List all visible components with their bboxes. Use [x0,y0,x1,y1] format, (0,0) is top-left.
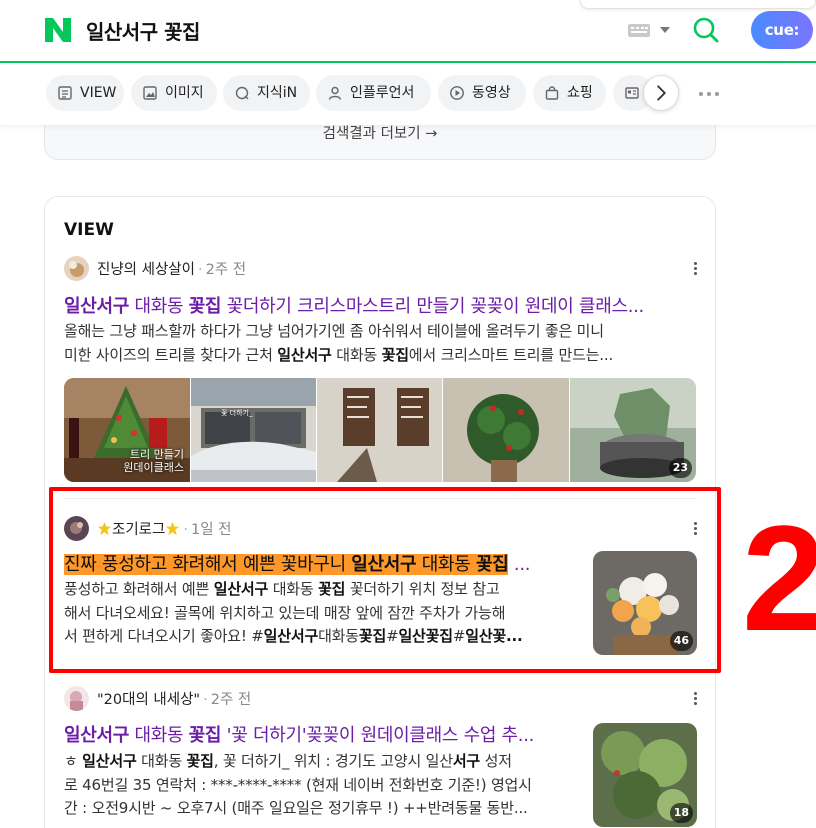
post-image-tree[interactable]: 트리 만들기 원데이클래스 [64,378,190,482]
kebab-menu-icon[interactable] [690,691,702,707]
chevron-down-icon[interactable] [660,27,670,33]
tab-label: VIEW [80,85,117,101]
search-query[interactable]: 일산서구 꽃집 [86,16,200,45]
kebab-menu-icon[interactable] [690,261,702,277]
image-count-badge: 23 [668,458,692,478]
view-post: "20대의 내세상" · 2주 전 일산서구 대화동 꽃집 '꽃 더하기'꽂꽂이 원… [45,685,717,828]
post-time: 2주 전 [205,262,247,278]
image-icon [143,86,157,100]
post-image-wreath[interactable] [443,378,569,482]
bag-icon [545,86,559,100]
post-time: 2주 전 [210,692,252,708]
view-icon [58,86,72,100]
author-name[interactable]: "20대의 내세상" [97,692,200,708]
post-description: ㅎ 일산서구 대화동 꽃집, 꽃 더하기_ 위치 : 경기도 고양시 일산서구 … [64,752,532,817]
tab-label: 인플루언서 [350,85,415,101]
play-icon [450,86,464,100]
keyboard-icon[interactable] [628,24,650,37]
avatar[interactable] [64,686,89,711]
more-results-link[interactable]: 검색결과 더보기 → [45,122,715,143]
section-title: VIEW [64,220,114,240]
tab-label: 지식iN [257,85,298,101]
tab-shopping[interactable]: 쇼핑 [533,75,606,111]
image-caption: 트리 만들기 원데이클래스 [123,448,184,474]
tab-image[interactable]: 이미지 [131,75,217,111]
author-name[interactable]: 진냥의 세상살이 [97,262,195,278]
cue-button[interactable]: cue: [751,11,813,49]
tab-next-button[interactable] [643,75,679,111]
popup-edge [580,0,816,9]
person-icon [328,86,342,100]
tab-influencer[interactable]: 인플루언서 [316,75,431,111]
post-image-greenery[interactable]: 18 [593,723,697,827]
chevron-right-icon [657,85,666,101]
author-line: 진냥의 세상살이 · 2주 전 [97,258,246,279]
tab-video[interactable]: 동영상 [438,75,526,111]
news-icon [625,87,639,99]
post-description: 올해는 그냥 패스할까 하다가 그냥 넘어가기엔 좀 아쉬워서 테이블에 올려두… [64,322,614,364]
knowledge-icon [235,86,249,100]
tab-label: 이미지 [165,85,204,101]
avatar[interactable] [64,256,89,281]
tab-view[interactable]: VIEW [46,75,124,111]
more-menu-icon[interactable] [697,75,721,111]
search-tab-bar: VIEW 이미지 지식iN 인플루언서 동영상 쇼핑 [0,63,816,125]
naver-logo[interactable] [45,18,71,42]
annotation-label: 2 [742,494,816,662]
post-title[interactable]: 일산서구 대화동 꽃집 '꽃 더하기'꽂꽂이 원데이클래스 수업 추... [64,721,572,747]
search-icon[interactable] [692,16,720,44]
highlight-box [49,487,721,673]
storefront-sign: 꽃 더하기_ [221,409,253,417]
tab-knowledge[interactable]: 지식iN [223,75,310,111]
post-image-storefront[interactable]: 꽃 더하기_ [191,378,316,482]
separator-dot: · [203,692,208,708]
image-count-badge: 18 [669,803,693,823]
tab-label: 동영상 [472,85,511,101]
separator-dot: · [198,262,203,278]
search-header: 일산서구 꽃집 cue: [0,0,816,63]
post-image-wall[interactable] [317,378,442,482]
tab-label: 쇼핑 [567,85,593,101]
post-title[interactable]: 일산서구 대화동 꽃집 꽃더하기 크리스마스트리 만들기 꽂꽂이 원데이 클래스… [64,292,697,318]
view-post: 진냥의 세상살이 · 2주 전 일산서구 대화동 꽃집 꽃더하기 크리스마스트리 만… [45,255,717,485]
post-image-foam[interactable]: 23 [570,378,696,482]
author-line: "20대의 내세상" · 2주 전 [97,688,251,709]
